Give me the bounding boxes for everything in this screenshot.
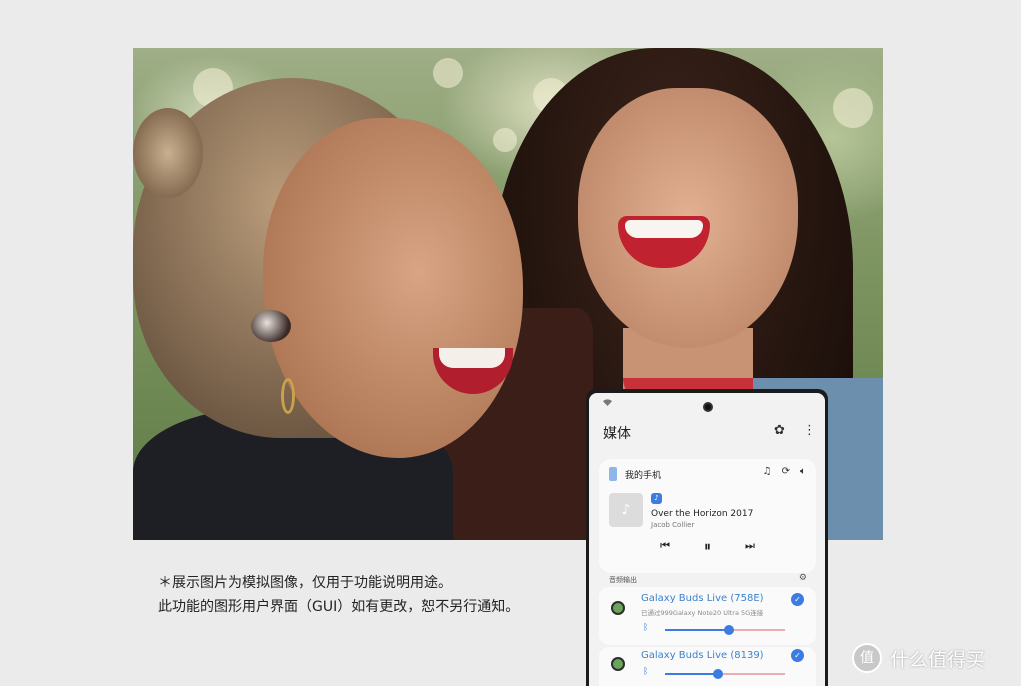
site-watermark: 值 什么值得买: [852, 643, 985, 673]
audio-output-item[interactable]: Galaxy Buds Live (758E) 已通过999Galaxy Not…: [599, 587, 816, 645]
track-title: Over the Horizon 2017: [651, 509, 754, 519]
device-name: 我的手机: [625, 470, 662, 481]
media-panel-title: 媒体: [603, 426, 631, 442]
music-note-icon: ♪: [621, 502, 631, 518]
left-person-teeth: [439, 348, 505, 368]
bixby-icon[interactable]: ✿: [774, 423, 785, 438]
caption-line-1: ＊展示图片为模拟图像，仅用于功能说明用途。: [158, 575, 452, 591]
album-art: ♪: [609, 493, 643, 527]
audio-output-label: 音频输出: [609, 576, 637, 584]
bokeh-light: [833, 88, 873, 128]
output-device-status: 已通过999Galaxy Note20 Ultra 5G连接: [641, 609, 764, 617]
phone-frame: 媒体 ✿ ⋮ 我的手机 ♫ ⟳ 🔈︎ ♪ ♪ Over the Horizon …: [586, 389, 828, 686]
volume-slider[interactable]: [665, 669, 785, 679]
volume-slider-fill: [665, 629, 729, 631]
settings-gear-icon[interactable]: ⚙: [799, 573, 807, 583]
watermark-logo-icon: 值: [852, 643, 882, 673]
wifi-icon: [603, 399, 612, 408]
media-player-card: 我的手机 ♫ ⟳ 🔈︎ ♪ ♪ Over the Horizon 2017 Ja…: [599, 459, 816, 573]
playback-controls: ⏮︎ ⏸︎ ⏭︎: [599, 539, 816, 555]
selected-check-icon[interactable]: ✓: [791, 649, 804, 662]
output-device-name: Galaxy Buds Live (8139): [641, 650, 764, 661]
earbud-icon: [251, 310, 291, 342]
volume-slider-knob[interactable]: [712, 669, 723, 679]
volume-slider-fill: [665, 673, 718, 675]
left-person-hair-bun: [133, 108, 203, 198]
earbuds-icon: [611, 657, 625, 671]
next-track-icon[interactable]: ⏭︎: [745, 539, 755, 555]
caption-line-2: 此功能的图形用户界面（GUI）如有更改，恕不另行通知。: [158, 599, 520, 615]
bokeh-light: [433, 58, 463, 88]
pause-icon[interactable]: ⏸︎: [704, 539, 711, 555]
disclaimer-caption: ＊展示图片为模拟图像，仅用于功能说明用途。 此功能的图形用户界面（GUI）如有更…: [158, 571, 519, 619]
card-icon-group: ♫ ⟳ 🔈︎: [763, 466, 806, 477]
bokeh-light: [493, 128, 517, 152]
audio-output-item[interactable]: Galaxy Buds Live (8139) ✓ ᛒ: [599, 647, 816, 686]
volume-slider-knob[interactable]: [723, 625, 734, 635]
volume-icon[interactable]: 🔈︎: [800, 466, 806, 477]
bluetooth-icon: ᛒ: [643, 623, 649, 633]
volume-slider[interactable]: [665, 625, 785, 635]
phone-icon: [609, 467, 617, 481]
front-camera: [703, 402, 713, 412]
watermark-text: 什么值得买: [890, 648, 986, 671]
previous-track-icon[interactable]: ⏮︎: [660, 539, 670, 555]
earbuds-icon: [611, 601, 625, 615]
more-vertical-icon[interactable]: ⋮: [803, 423, 816, 438]
cast-icon[interactable]: ⟳: [782, 466, 790, 477]
right-person-teeth: [625, 220, 703, 238]
earring: [281, 378, 295, 414]
device-row[interactable]: 我的手机: [609, 467, 661, 481]
output-device-name: Galaxy Buds Live (758E): [641, 593, 764, 604]
selected-check-icon[interactable]: ✓: [791, 593, 804, 606]
bluetooth-icon: ᛒ: [643, 667, 649, 677]
phone-screen: 媒体 ✿ ⋮ 我的手机 ♫ ⟳ 🔈︎ ♪ ♪ Over the Horizon …: [589, 393, 825, 686]
track-artist: Jacob Collier: [651, 521, 695, 529]
music-app-icon: ♪: [651, 493, 662, 504]
music-share-icon[interactable]: ♫: [763, 466, 772, 477]
